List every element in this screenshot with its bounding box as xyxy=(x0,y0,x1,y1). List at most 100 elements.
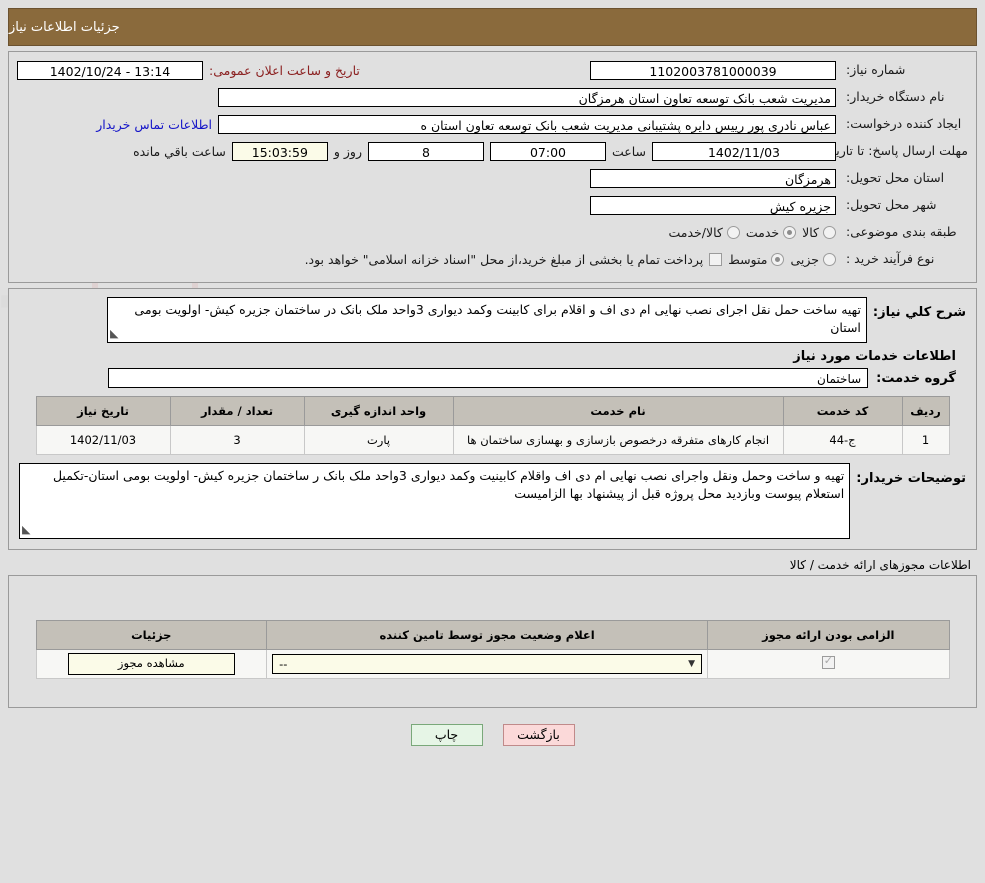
countdown-field: 15:03:59 xyxy=(231,141,328,161)
province-label: استان محل تحویل: xyxy=(846,170,945,186)
permits-table: الزامی بودن ارائه مجوز اعلام وضعیت مجوز … xyxy=(35,620,950,679)
public-announce-label: تاریخ و ساعت اعلان عمومی: xyxy=(209,62,360,78)
radio-icon-selected[interactable] xyxy=(783,225,797,239)
need-number-label: شماره نیاز: xyxy=(846,62,906,78)
radio-label: کالا/خدمت xyxy=(668,224,723,240)
radio-label: خدمت xyxy=(745,224,780,240)
row-deadline: مهلت ارسال پاسخ: تا تاریخ: 1402/11/03 سا… xyxy=(17,139,968,163)
row-buyer-org: نام دستگاه خریدار: مدیریت شعب بانک توسعه… xyxy=(17,85,968,109)
row-service-group: گروه خدمت: ساختمان xyxy=(19,368,956,388)
need-description-label: شرح کلي نیاز: xyxy=(872,305,966,320)
requester-label: ایجاد کننده درخواست: xyxy=(846,116,962,132)
days-label: روز و xyxy=(333,143,362,159)
need-number-field[interactable]: 1102003781000039 xyxy=(590,60,836,80)
row-city: شهر محل تحویل: جزیره کیش xyxy=(17,193,968,217)
col-index: ردیف xyxy=(901,396,950,426)
row-process-type: نوع فرآیند خرید : جزیی متوسط پرداخت تمام… xyxy=(17,247,968,271)
cell-name: انجام کارهای متفرقه درخصوص بازسازی و بهس… xyxy=(452,425,784,455)
buyer-org-field[interactable]: مدیریت شعب بانک توسعه تعاون استان هرمزگا… xyxy=(218,87,836,107)
radio-classification-1[interactable]: خدمت xyxy=(745,224,797,240)
chevron-down-icon: ▼ xyxy=(688,659,696,669)
services-section-title: اطلاعات خدمات مورد نیاز xyxy=(793,349,956,364)
permits-section-label: اطلاعات مجوزهای ارائه خدمت / کالا xyxy=(789,558,971,572)
deadline-label: مهلت ارسال پاسخ: تا تاریخ: xyxy=(823,142,968,158)
need-info-panel: شماره نیاز: 1102003781000039 تاریخ و ساع… xyxy=(8,51,977,283)
footer-actions: بازگشت چاپ xyxy=(0,724,985,746)
classification-label: طبقه بندی موضوعی: xyxy=(846,224,957,240)
header-bar: جزئیات اطلاعات نیاز xyxy=(8,8,977,46)
services-table: ردیف کد خدمت نام خدمت واحد اندازه گیری ت… xyxy=(35,396,950,455)
permits-header-row: الزامی بودن ارائه مجوز اعلام وضعیت مجوز … xyxy=(35,620,950,650)
radio-label: متوسط xyxy=(728,251,768,267)
col-unit: واحد اندازه گیری xyxy=(303,396,454,426)
radio-label: جزیی xyxy=(790,251,819,267)
cell-unit: پارت xyxy=(303,425,454,455)
col-permit-details: جزئیات xyxy=(35,620,268,650)
resize-grip-icon[interactable]: ◢ xyxy=(110,326,118,342)
radio-label: کالا xyxy=(802,224,819,240)
permits-panel: الزامی بودن ارائه مجوز اعلام وضعیت مجوز … xyxy=(8,575,977,708)
row-province: استان محل تحویل: هرمزگان xyxy=(17,166,968,190)
buyer-org-label: نام دستگاه خریدار: xyxy=(846,89,945,105)
permit-status-select[interactable]: ▼ -- xyxy=(272,654,703,674)
cell-quantity: 3 xyxy=(169,425,305,455)
radio-icon[interactable] xyxy=(726,225,740,239)
page-title: جزئیات اطلاعات نیاز xyxy=(9,19,120,35)
public-announce-field[interactable]: 13:14 - 1402/10/24 xyxy=(17,60,203,80)
radio-process-0[interactable]: جزیی xyxy=(790,252,836,267)
services-table-body: 1 ج-44 انجام کارهای متفرقه درخصوص بازساز… xyxy=(35,425,950,455)
radio-classification-2[interactable]: کالا/خدمت xyxy=(668,224,740,240)
process-radio-group: جزیی متوسط xyxy=(728,252,836,267)
back-button[interactable]: بازگشت xyxy=(502,724,575,746)
col-name: نام خدمت xyxy=(452,396,784,426)
deadline-date-field[interactable]: 1402/11/03 xyxy=(652,141,836,161)
cell-permit-required xyxy=(707,649,950,679)
row-requester: ایجاد کننده درخواست: عباس نادری پور رییس… xyxy=(17,112,968,136)
cell-permit-details: مشاهده مجوز xyxy=(35,649,268,679)
service-group-field[interactable]: ساختمان xyxy=(108,368,869,388)
remaining-label: ساعت باقي مانده xyxy=(133,143,226,159)
treasury-note: پرداخت تمام یا بخشی از مبلغ خرید،از محل … xyxy=(304,251,704,267)
buyer-notes-text: تهیه و ساخت وحمل ونقل واجرای نصب نهایی ا… xyxy=(52,468,845,502)
province-field[interactable]: هرمزگان xyxy=(590,168,836,188)
row-need-number: شماره نیاز: 1102003781000039 تاریخ و ساع… xyxy=(17,58,968,82)
radio-icon-selected[interactable] xyxy=(771,252,785,266)
cell-permit-status: ▼ -- xyxy=(266,649,709,679)
requester-field[interactable]: عباس نادری پور رییس دایره پشتیبانی مدیری… xyxy=(218,114,836,134)
buyer-notes-textarea[interactable]: تهیه و ساخت وحمل ونقل واجرای نصب نهایی ا… xyxy=(19,463,851,539)
col-code: کد خدمت xyxy=(782,396,903,426)
treasury-checkbox[interactable] xyxy=(709,252,723,266)
remaining-days-field[interactable]: 8 xyxy=(367,141,484,161)
cell-index: 1 xyxy=(901,425,950,455)
services-table-head: ردیف کد خدمت نام خدمت واحد اندازه گیری ت… xyxy=(35,396,950,426)
col-permit-status: اعلام وضعیت مجوز توسط تامین کننده xyxy=(266,620,709,650)
row-need-description: شرح کلي نیاز: تهیه ساخت حمل نقل اجرای نص… xyxy=(19,297,966,343)
process-type-label: نوع فرآیند خرید : xyxy=(846,251,935,267)
city-label: شهر محل تحویل: xyxy=(846,197,937,213)
service-group-label: گروه خدمت: xyxy=(876,370,956,386)
need-description-text: تهیه ساخت حمل نقل اجرای نصب نهایی ام دی … xyxy=(134,302,861,336)
table-row[interactable]: 1 ج-44 انجام کارهای متفرقه درخصوص بازساز… xyxy=(35,425,950,455)
buyer-notes-label: توضیحات خریدار: xyxy=(856,471,966,486)
permits-table-body: ▼ -- مشاهده مجوز xyxy=(35,649,950,679)
need-description-panel: شرح کلي نیاز: تهیه ساخت حمل نقل اجرای نص… xyxy=(8,288,977,550)
deadline-time-field[interactable]: 07:00 xyxy=(489,141,606,161)
page-root: AriaTender .net جزئیات اطلاعات نیاز شمار… xyxy=(0,8,985,883)
radio-classification-0[interactable]: کالا xyxy=(802,225,836,240)
print-button[interactable]: چاپ xyxy=(410,724,483,746)
permit-status-value: -- xyxy=(279,657,288,671)
col-permit-required: الزامی بودن ارائه مجوز xyxy=(707,620,950,650)
need-description-textarea[interactable]: تهیه ساخت حمل نقل اجرای نصب نهایی ام دی … xyxy=(106,297,867,343)
resize-grip-icon[interactable]: ◢ xyxy=(22,522,30,538)
radio-icon[interactable] xyxy=(823,225,836,239)
col-quantity: تعداد / مقدار xyxy=(169,396,305,426)
buyer-contact-link[interactable]: اطلاعات تماس خریدار xyxy=(96,117,212,132)
permit-required-checkbox xyxy=(821,654,835,669)
radio-icon[interactable] xyxy=(823,252,836,266)
radio-process-1[interactable]: متوسط xyxy=(728,251,785,267)
table-row[interactable]: ▼ -- مشاهده مجوز xyxy=(35,649,950,679)
city-field[interactable]: جزیره کیش xyxy=(590,195,836,215)
view-permit-button[interactable]: مشاهده مجوز xyxy=(67,653,235,675)
cell-need-date: 1402/11/03 xyxy=(35,425,171,455)
services-header-row: ردیف کد خدمت نام خدمت واحد اندازه گیری ت… xyxy=(35,396,950,426)
